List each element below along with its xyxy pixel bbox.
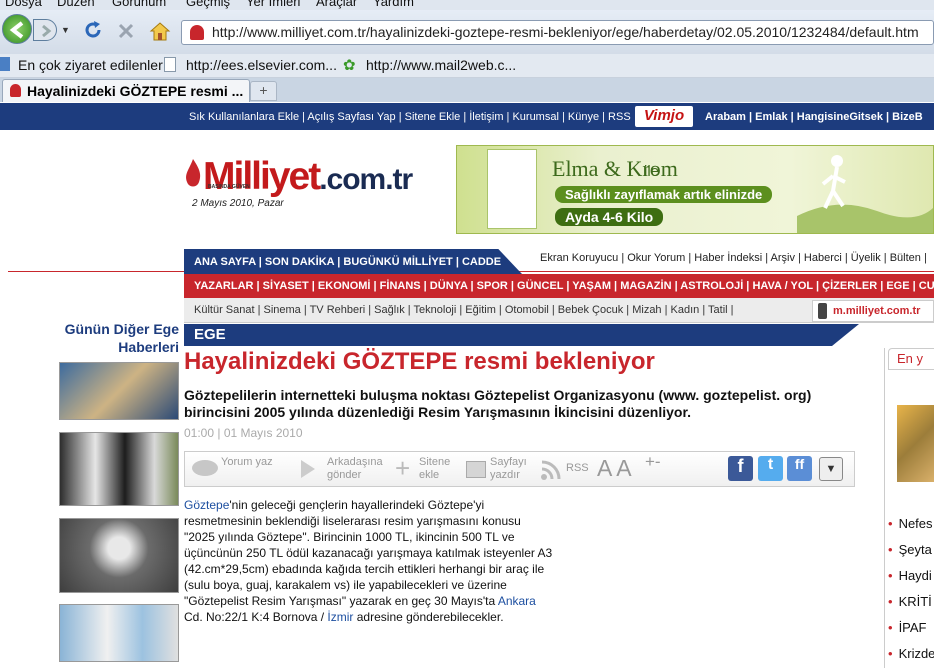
section-title: EGE — [184, 324, 859, 346]
font-adjust-button[interactable]: +- — [645, 452, 661, 472]
banner-line2: Ayda 4-6 Kilo — [555, 208, 664, 226]
bookmark-folder-icon — [0, 57, 10, 71]
more-dropdown-icon[interactable]: ▼ — [819, 457, 843, 481]
right-thumbnail[interactable] — [897, 405, 934, 482]
bookmark-elsevier[interactable]: http://ees.elsevier.com... — [186, 57, 337, 73]
comment-button[interactable]: Yorum yaz — [221, 456, 273, 469]
product-box — [487, 149, 537, 229]
plus-icon: + — [395, 453, 411, 483]
partner-links[interactable]: Arabam | Emlak | HangisineGitsek | BizeB — [705, 111, 923, 123]
back-button[interactable] — [2, 14, 32, 44]
banner-line1: Sağlıklı zayıflamak artık elinizde — [555, 186, 773, 203]
right-list-item[interactable]: Krizde — [888, 646, 934, 661]
comment-icon — [192, 460, 218, 476]
top-links[interactable]: Sık Kullanılanlara Ekle | Açılış Sayfası… — [189, 111, 631, 123]
site-favicon-icon — [190, 25, 204, 40]
article-headline: Hayalinizdeki GÖZTEPE resmi bekleniyor — [184, 348, 655, 375]
history-dropdown-icon[interactable]: ▼ — [61, 25, 70, 35]
runner-graphic — [797, 155, 933, 233]
current-date: 2 Mayıs 2010, Pazar — [192, 198, 284, 209]
rss-icon — [541, 460, 561, 480]
add-to-site-button[interactable]: Sitene ekle — [419, 456, 459, 482]
right-list-item[interactable]: KRİTİ — [888, 594, 932, 609]
mobile-site-link[interactable]: m.milliyet.com.tr — [812, 300, 934, 322]
print-button[interactable]: Sayfayı yazdır — [490, 456, 532, 482]
right-list-item[interactable]: İPAF — [888, 620, 927, 635]
send-to-friend-button[interactable]: Arkadaşına gönder — [327, 456, 385, 482]
tab-title: Hayalinizdeki GÖZTEPE resmi ... — [27, 83, 244, 99]
menu-tools[interactable]: Araçlar — [316, 0, 357, 9]
ad-banner[interactable]: Elma & Krom ile Sağlıklı zayıflamak artı… — [456, 145, 934, 234]
menu-file[interactable]: Dosya — [5, 0, 42, 9]
friendfeed-icon[interactable]: ff — [787, 456, 812, 481]
menu-bar: Dosya Düzen Görünüm Geçmiş Yer İmleri Ar… — [0, 0, 934, 10]
rss-button[interactable]: RSS — [566, 462, 589, 475]
logo-slogan: BASINDA GÜVEN — [208, 184, 250, 190]
news-thumbnail-2[interactable] — [59, 432, 179, 506]
article-toolbar: Yorum yaz Arkadaşına gönder + Sitene ekl… — [184, 451, 855, 487]
article-body: Göztepe'nin geleceği gençlerin hayalleri… — [184, 498, 553, 624]
forward-button[interactable] — [33, 19, 57, 41]
back-arrow-icon — [9, 21, 24, 39]
izmir-link[interactable]: İzmir — [327, 610, 353, 624]
menu-history[interactable]: Geçmiş — [186, 0, 230, 9]
bookmark-mail2web[interactable]: http://www.mail2web.c... — [366, 57, 516, 73]
send-arrow-icon — [301, 460, 315, 478]
logo-domain: .com.tr — [319, 163, 413, 196]
menu-view[interactable]: Görünüm — [112, 0, 166, 9]
globe-icon: ✿ — [343, 57, 356, 74]
address-bar[interactable]: http://www.milliyet.com.tr/hayalinizdeki… — [181, 20, 934, 45]
article-spot: Göztepelilerin internetteki buluşma nokt… — [184, 387, 812, 420]
url-text: http://www.milliyet.com.tr/hayalinizdeki… — [212, 24, 919, 40]
right-list-item[interactable]: Şeyta — [888, 542, 932, 557]
menu-edit[interactable]: Düzen — [57, 0, 95, 9]
news-thumbnail-4[interactable] — [59, 604, 179, 662]
milliyet-flame-icon — [186, 159, 201, 187]
bookmark-most-visited[interactable]: En çok ziyaret edilenler — [18, 57, 163, 73]
goztepe-link[interactable]: Göztepe — [184, 498, 229, 512]
reload-icon[interactable] — [82, 19, 104, 41]
main-nav[interactable]: ANA SAYFA | SON DAKİKA | BUGÜNKÜ MİLLİYE… — [184, 249, 522, 274]
tab-favicon-icon — [10, 84, 21, 97]
category-nav[interactable]: YAZARLAR | SİYASET | EKONOMİ | FİNANS | … — [184, 274, 934, 298]
banner-ile: ile — [644, 163, 660, 180]
sidebar-title: Günün Diğer Ege Haberleri — [64, 321, 179, 355]
right-tab-label: En y — [897, 351, 924, 366]
bookmarks-toolbar: En çok ziyaret edilenler http://ees.else… — [0, 54, 934, 78]
forward-arrow-icon — [42, 24, 52, 38]
home-icon[interactable] — [148, 20, 172, 42]
phone-icon — [818, 303, 827, 319]
article-date: 01:00 | 01 Mayıs 2010 — [184, 426, 303, 440]
menu-bookmarks[interactable]: Yer İmleri — [246, 0, 300, 9]
vimjo-logo[interactable]: Vimjo — [635, 106, 693, 127]
ankara-link[interactable]: Ankara — [498, 594, 536, 608]
new-tab-button[interactable]: + — [250, 81, 277, 101]
twitter-icon[interactable]: t — [758, 456, 783, 481]
news-thumbnail-1[interactable] — [59, 362, 179, 420]
news-thumbnail-3[interactable] — [59, 518, 179, 593]
utility-nav[interactable]: Ekran Koruyucu | Okur Yorum | Haber İnde… — [540, 252, 927, 264]
stop-icon[interactable] — [116, 21, 136, 41]
facebook-icon[interactable]: f — [728, 456, 753, 481]
menu-help[interactable]: Yardım — [373, 0, 414, 9]
page-icon — [164, 57, 176, 72]
right-list-item[interactable]: Haydi — [888, 568, 932, 583]
right-list-item[interactable]: Nefes — [888, 516, 933, 531]
print-icon — [466, 461, 486, 478]
font-size-button[interactable]: A A — [597, 455, 632, 482]
site-top-bar: Sık Kullanılanlara Ekle | Açılış Sayfası… — [0, 103, 934, 130]
tab-active[interactable]: Hayalinizdeki GÖZTEPE resmi ... — [2, 79, 250, 102]
